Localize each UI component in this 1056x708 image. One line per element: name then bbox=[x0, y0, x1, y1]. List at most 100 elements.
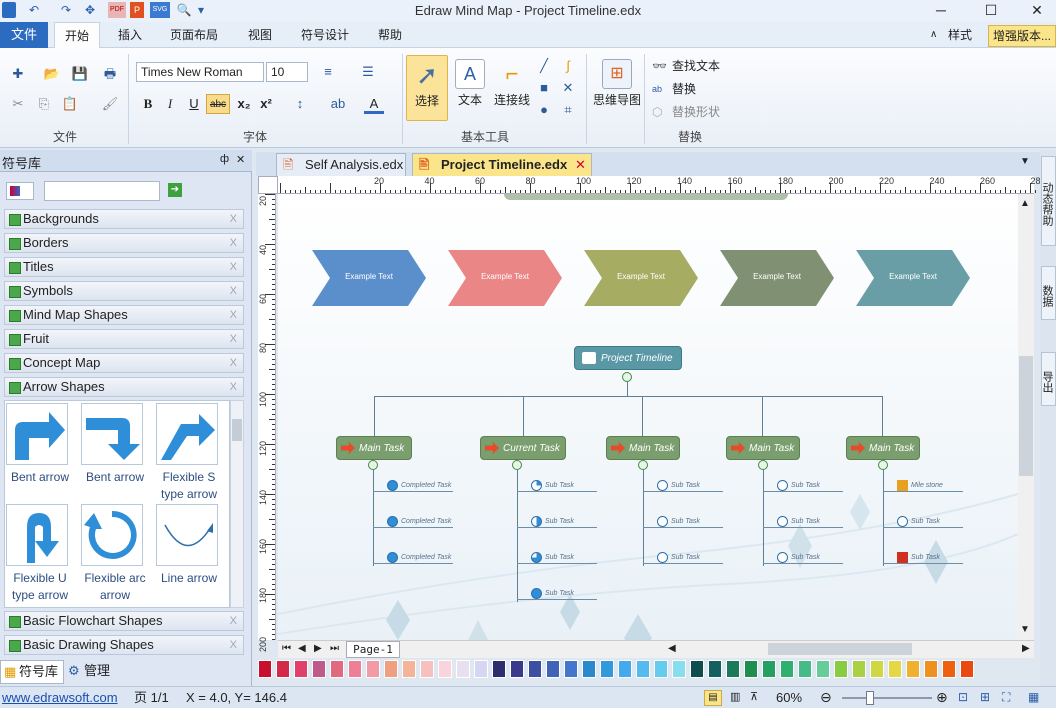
color-swatch[interactable] bbox=[618, 660, 632, 678]
format-painter-icon[interactable]: 🖌 bbox=[100, 94, 120, 114]
sub-task-item[interactable]: Sub Task bbox=[763, 552, 843, 564]
color-swatch[interactable] bbox=[942, 660, 956, 678]
style-chevron-icon[interactable]: ∧ bbox=[930, 29, 937, 40]
paste-icon[interactable]: 📋 bbox=[60, 94, 80, 114]
align-icon[interactable]: ≡ bbox=[318, 62, 338, 82]
font-color-icon[interactable]: A bbox=[364, 94, 384, 114]
category-concept-map[interactable]: Concept Map X bbox=[4, 353, 244, 373]
text-color-icon[interactable]: ab bbox=[328, 94, 348, 114]
library-tab[interactable]: ▦ 符号库 bbox=[0, 660, 64, 684]
list-icon[interactable]: ☰ bbox=[358, 62, 378, 82]
color-swatch[interactable] bbox=[582, 660, 596, 678]
chevron-shape[interactable]: Example Text bbox=[856, 250, 970, 306]
category-backgrounds[interactable]: Backgrounds X bbox=[4, 209, 244, 229]
move-icon[interactable]: ✥ bbox=[82, 2, 98, 18]
color-swatch[interactable] bbox=[834, 660, 848, 678]
tab-symbol-design[interactable]: 符号设计 bbox=[292, 22, 358, 48]
shape-thumb-flexible-u-arrow[interactable] bbox=[6, 504, 68, 566]
style-menu[interactable]: 样式 bbox=[942, 22, 978, 48]
first-page-icon[interactable]: ⏮ bbox=[282, 643, 291, 654]
pin-icon[interactable]: ф bbox=[220, 153, 229, 165]
collapse-icon[interactable] bbox=[368, 460, 378, 470]
sub-task-item[interactable]: Sub Task bbox=[643, 480, 723, 492]
sub-task-item[interactable]: Sub Task bbox=[763, 516, 843, 528]
color-swatch[interactable] bbox=[564, 660, 578, 678]
sub-task-item[interactable]: Sub Task bbox=[517, 588, 597, 600]
print-icon[interactable]: 🖶 bbox=[100, 64, 120, 84]
color-swatch[interactable] bbox=[654, 660, 668, 678]
sub-task-item[interactable]: Completed Task bbox=[373, 516, 453, 528]
collapse-icon[interactable] bbox=[622, 372, 632, 382]
scroll-left-icon[interactable]: ◀ bbox=[668, 643, 676, 654]
curve-tool-icon[interactable]: ∫ bbox=[558, 56, 578, 76]
go-arrow-icon[interactable]: ➔ bbox=[168, 183, 182, 197]
color-swatch[interactable] bbox=[798, 660, 812, 678]
redo-icon[interactable]: ↷ bbox=[58, 2, 74, 18]
normal-view-icon[interactable]: ▤ bbox=[704, 690, 722, 706]
sub-task-item[interactable]: Sub Task bbox=[763, 480, 843, 492]
category-symbols[interactable]: Symbols X bbox=[4, 281, 244, 301]
replace-shape-button[interactable]: ⬡ 替换形状 bbox=[650, 102, 720, 122]
color-swatch[interactable] bbox=[672, 660, 686, 678]
shape-thumb-bent-arrow-2[interactable] bbox=[81, 403, 143, 465]
prev-page-icon[interactable]: ◀ bbox=[298, 643, 306, 654]
close-button[interactable]: ✕ bbox=[1014, 0, 1056, 22]
last-page-icon[interactable]: ⏭ bbox=[330, 643, 339, 654]
sub-task-item[interactable]: Sub Task bbox=[643, 516, 723, 528]
color-swatch[interactable] bbox=[780, 660, 794, 678]
cut-icon[interactable]: ✂ bbox=[8, 94, 28, 114]
mindmap-button[interactable]: ⊞ 思维导图 bbox=[592, 55, 642, 121]
shape-thumb-flexible-arc-arrow[interactable] bbox=[81, 504, 143, 566]
chevron-shape[interactable]: Example Text bbox=[312, 250, 426, 306]
enhanced-version-button[interactable]: 增强版本... bbox=[988, 25, 1056, 47]
category-borders[interactable]: Borders X bbox=[4, 233, 244, 253]
color-swatch[interactable] bbox=[330, 660, 344, 678]
color-swatch[interactable] bbox=[510, 660, 524, 678]
color-swatch[interactable] bbox=[600, 660, 614, 678]
tab-page-layout[interactable]: 页面布局 bbox=[162, 22, 226, 48]
color-swatch[interactable] bbox=[708, 660, 722, 678]
underline-button[interactable]: U bbox=[184, 94, 204, 114]
crop-tool-icon[interactable]: ⌗ bbox=[558, 100, 578, 120]
color-swatch[interactable] bbox=[726, 660, 740, 678]
scroll-right-icon[interactable]: ▶ bbox=[1022, 643, 1030, 654]
sub-task-item[interactable]: Sub Task bbox=[883, 516, 963, 528]
font-size-select[interactable]: 10 bbox=[266, 62, 308, 82]
text-tool-button[interactable]: A 文本 bbox=[450, 55, 490, 121]
superscript-button[interactable]: x² bbox=[256, 94, 276, 114]
sub-task-item[interactable]: Sub Task bbox=[517, 480, 597, 492]
color-swatch[interactable] bbox=[870, 660, 884, 678]
shape-grid-scrollbar[interactable] bbox=[230, 400, 244, 608]
shape-thumb-bent-arrow[interactable] bbox=[6, 403, 68, 465]
color-swatch[interactable] bbox=[546, 660, 560, 678]
doc-tab-close-icon[interactable]: ✕ bbox=[575, 154, 586, 176]
vertical-scrollbar[interactable]: ▲ ▼ bbox=[1018, 194, 1034, 640]
maximize-button[interactable]: ☐ bbox=[968, 0, 1014, 22]
collapse-icon[interactable] bbox=[758, 460, 768, 470]
open-icon[interactable]: 📂 bbox=[42, 64, 62, 84]
export-pdf-icon[interactable]: PDF bbox=[108, 2, 126, 18]
font-name-select[interactable]: Times New Roman bbox=[136, 62, 264, 82]
line-spacing-icon[interactable]: ↕ bbox=[290, 94, 310, 114]
color-swatch[interactable] bbox=[888, 660, 902, 678]
subscript-button[interactable]: x₂ bbox=[234, 94, 254, 114]
color-swatch[interactable] bbox=[960, 660, 974, 678]
strikethrough-button[interactable]: abc bbox=[206, 94, 230, 114]
sub-task-item[interactable]: Sub Task bbox=[517, 552, 597, 564]
collapse-icon[interactable] bbox=[638, 460, 648, 470]
color-swatch[interactable] bbox=[420, 660, 434, 678]
library-selector[interactable] bbox=[6, 182, 34, 200]
sub-task-item[interactable]: Completed Task bbox=[373, 480, 453, 492]
color-swatch[interactable] bbox=[816, 660, 830, 678]
category-close-icon[interactable]: X bbox=[230, 354, 237, 372]
tab-home[interactable]: 开始 bbox=[54, 22, 100, 48]
sub-task-item[interactable]: Sub Task bbox=[643, 552, 723, 564]
scroll-thumb[interactable] bbox=[232, 419, 242, 441]
page-tab[interactable]: Page-1 bbox=[346, 641, 400, 658]
manage-tab[interactable]: ⚙ 管理 bbox=[66, 660, 126, 684]
color-swatch[interactable] bbox=[492, 660, 506, 678]
color-swatch[interactable] bbox=[528, 660, 542, 678]
sub-task-item[interactable]: Completed Task bbox=[373, 552, 453, 564]
color-swatch[interactable] bbox=[438, 660, 452, 678]
chevron-shape[interactable]: Example Text bbox=[584, 250, 698, 306]
